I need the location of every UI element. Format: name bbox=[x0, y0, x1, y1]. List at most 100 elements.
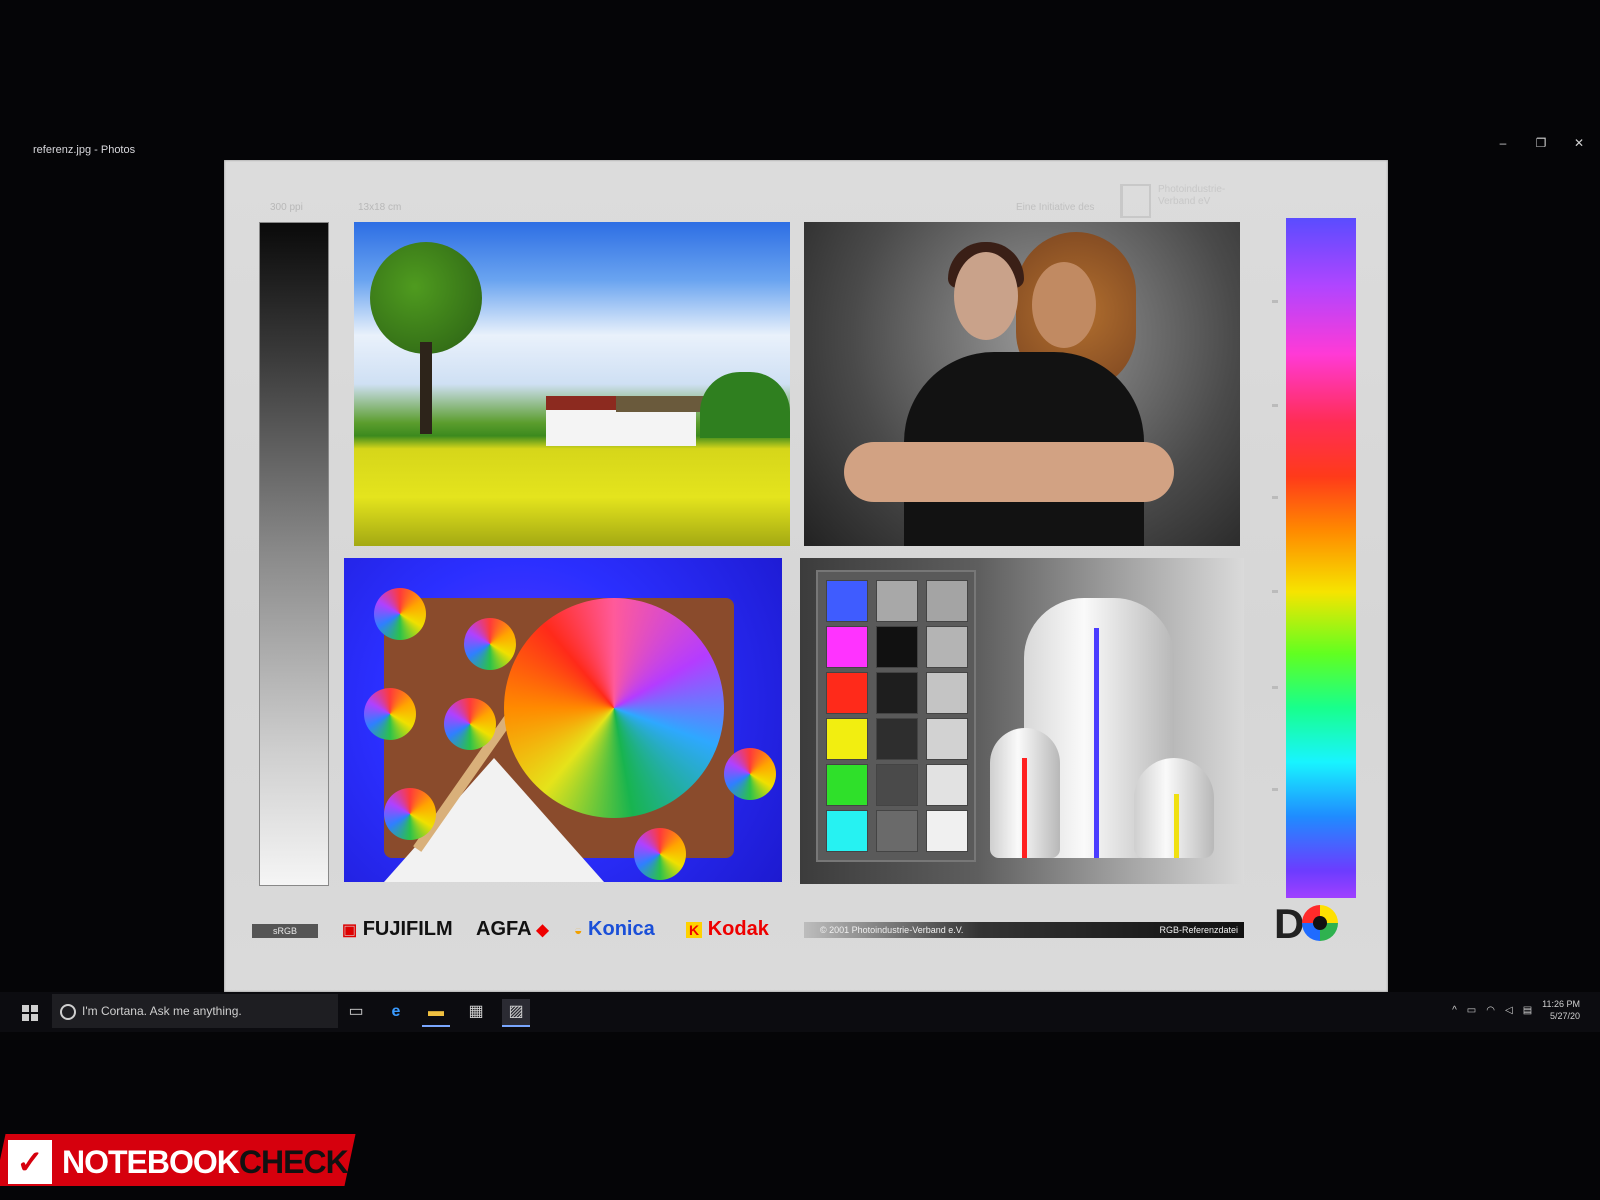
konica-text: Konica bbox=[588, 918, 655, 940]
initiative-label: Eine Initiative des bbox=[1016, 202, 1095, 213]
small-pinwheel bbox=[444, 698, 496, 750]
color-patch bbox=[926, 626, 968, 668]
dq-logo: D bbox=[1274, 900, 1304, 947]
taskbar: I'm Cortana. Ask me anything. ▭ e ▬ ▦ ▨ … bbox=[0, 992, 1600, 1032]
landscape-photo bbox=[354, 222, 790, 546]
small-pinwheel bbox=[364, 688, 416, 740]
color-patch bbox=[926, 580, 968, 622]
small-pinwheel bbox=[634, 828, 686, 880]
photo-viewer-image[interactable]: 300 ppi 13x18 cm Eine Initiative des Pho… bbox=[224, 160, 1388, 992]
grayscale-ramp bbox=[259, 222, 329, 886]
small-pinwheel bbox=[464, 618, 516, 670]
clock-date: 5/27/20 bbox=[1549, 1011, 1580, 1021]
windows-start-icon[interactable] bbox=[22, 1005, 38, 1021]
cortana-search-box[interactable]: I'm Cortana. Ask me anything. bbox=[52, 994, 338, 1028]
window-title: referenz.jpg - Photos bbox=[33, 144, 136, 156]
spectrum-tick bbox=[1272, 788, 1278, 791]
task-view-icon[interactable]: ▭ bbox=[342, 999, 370, 1025]
clock-time: 11:26 PM bbox=[1542, 999, 1580, 1009]
fujifilm-logo: ▣ FUJIFILM bbox=[342, 918, 453, 941]
tree-crown bbox=[370, 242, 482, 354]
srgb-label: sRGB bbox=[252, 924, 318, 938]
color-patch bbox=[826, 718, 868, 760]
notebookcheck-watermark: ✓ NOTEBOOKCHECK bbox=[0, 1126, 360, 1196]
cortana-icon bbox=[60, 1004, 76, 1020]
edge-icon[interactable]: e bbox=[382, 999, 410, 1025]
color-patch bbox=[826, 810, 868, 852]
small-pinwheel bbox=[724, 748, 776, 800]
window-controls: – ❐ ✕ bbox=[1492, 132, 1590, 154]
spectrum-tick bbox=[1272, 300, 1278, 303]
battery-icon[interactable]: ▭ bbox=[1467, 1005, 1476, 1016]
watermark-text: NOTEBOOKCHECK bbox=[62, 1144, 349, 1181]
agfa-logo: AGFA ◆ bbox=[476, 918, 549, 941]
action-center-icon[interactable]: ▤ bbox=[1523, 1005, 1532, 1016]
file-explorer-icon[interactable]: ▬ bbox=[422, 999, 450, 1027]
chevron-up-icon[interactable]: ^ bbox=[1452, 1005, 1457, 1016]
fujifilm-mark-icon: ▣ bbox=[342, 922, 358, 939]
color-patch bbox=[926, 718, 968, 760]
checkmark-icon: ✓ bbox=[8, 1140, 52, 1184]
small-pinwheel bbox=[384, 788, 436, 840]
color-patch-photo bbox=[800, 558, 1244, 884]
copyright-bar: © 2001 Photoindustrie-Verband e.V. RGB-R… bbox=[804, 922, 1244, 938]
close-button[interactable]: ✕ bbox=[1568, 132, 1590, 154]
reference-file-label: RGB-Referenzdatei bbox=[1159, 925, 1238, 935]
konica-mark-icon: ◒ bbox=[574, 922, 583, 938]
spectrum-tick bbox=[1272, 496, 1278, 499]
color-patch bbox=[876, 580, 918, 622]
volume-icon[interactable]: ◁ bbox=[1505, 1005, 1513, 1016]
size-label: 13x18 cm bbox=[358, 202, 402, 213]
watermark-check: CHECK bbox=[238, 1144, 349, 1180]
restore-button[interactable]: ❐ bbox=[1530, 132, 1552, 154]
color-patch bbox=[876, 810, 918, 852]
color-patch bbox=[876, 764, 918, 806]
red-stripe bbox=[1022, 758, 1027, 858]
spectrum-tick bbox=[1272, 686, 1278, 689]
agfa-diamond-icon: ◆ bbox=[536, 922, 549, 939]
color-patch bbox=[826, 672, 868, 714]
color-patch bbox=[826, 626, 868, 668]
clock[interactable]: 11:26 PM 5/27/20 bbox=[1542, 998, 1580, 1022]
color-patch bbox=[926, 764, 968, 806]
photos-icon[interactable]: ▨ bbox=[502, 999, 530, 1027]
kodak-mark-icon: K bbox=[686, 922, 703, 938]
copyright-text: © 2001 Photoindustrie-Verband e.V. bbox=[820, 925, 964, 935]
color-patch bbox=[826, 580, 868, 622]
photoindustrie-logo-icon bbox=[1120, 184, 1151, 218]
cortana-placeholder: I'm Cortana. Ask me anything. bbox=[82, 1004, 242, 1018]
farmhouse-roof bbox=[616, 396, 706, 412]
spectrum-ramp bbox=[1286, 218, 1356, 898]
pinwheel-photo bbox=[344, 558, 782, 882]
small-pinwheel bbox=[374, 588, 426, 640]
org-line-1: Photoindustrie- bbox=[1158, 184, 1226, 195]
minimize-button[interactable]: – bbox=[1492, 132, 1514, 154]
system-tray: ^ ▭ ◠ ◁ ▤ 11:26 PM 5/27/20 bbox=[1452, 998, 1580, 1022]
ppi-label: 300 ppi bbox=[270, 202, 303, 213]
background-trees bbox=[700, 372, 790, 438]
color-patch bbox=[876, 672, 918, 714]
face-left bbox=[954, 252, 1018, 340]
arms bbox=[844, 442, 1174, 502]
konica-logo: ◒ Konica bbox=[574, 918, 655, 941]
color-patch bbox=[926, 810, 968, 852]
large-pinwheel bbox=[504, 598, 724, 818]
kodak-logo: K Kodak bbox=[686, 918, 769, 941]
fujifilm-text: FUJIFILM bbox=[362, 918, 453, 940]
tree-trunk bbox=[420, 342, 432, 434]
portrait-photo bbox=[804, 222, 1240, 546]
wifi-icon[interactable]: ◠ bbox=[1486, 1005, 1495, 1016]
watermark-notebook: NOTEBOOK bbox=[62, 1144, 240, 1180]
color-checker-card bbox=[816, 570, 976, 862]
kodak-text: Kodak bbox=[707, 918, 769, 940]
spectrum-tick bbox=[1272, 590, 1278, 593]
yellow-stripe bbox=[1174, 794, 1179, 858]
store-icon[interactable]: ▦ bbox=[462, 999, 490, 1025]
photoindustrie-name: Photoindustrie- Verband eV bbox=[1158, 184, 1225, 208]
color-patch bbox=[926, 672, 968, 714]
dq-color-ring-icon bbox=[1302, 905, 1338, 941]
color-patch bbox=[876, 718, 918, 760]
org-line-2: Verband eV bbox=[1158, 196, 1211, 207]
spectrum-tick bbox=[1272, 404, 1278, 407]
color-patch bbox=[876, 626, 918, 668]
